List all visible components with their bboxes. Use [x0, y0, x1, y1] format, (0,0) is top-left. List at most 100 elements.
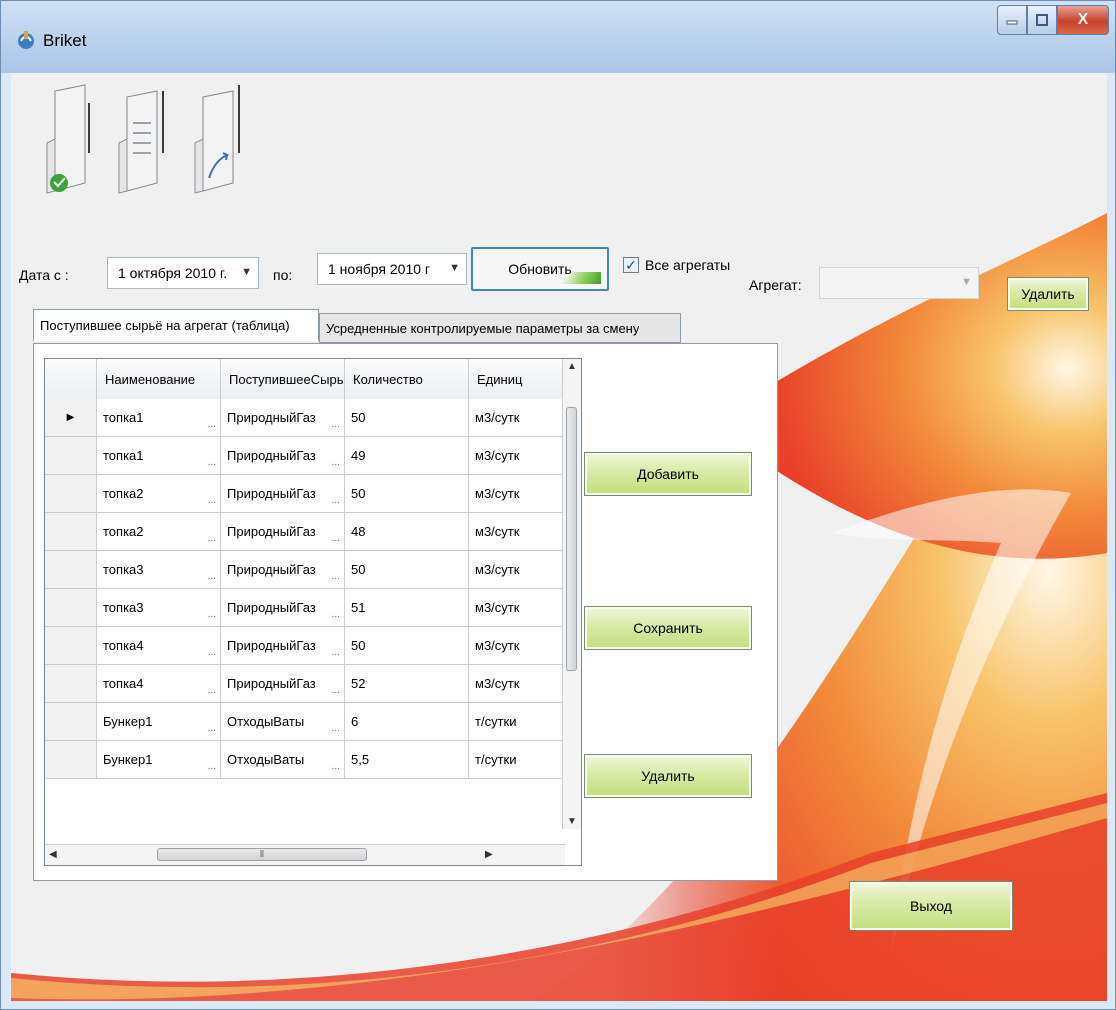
row-material-cell[interactable]: ПриродныйГаз... [221, 627, 345, 665]
row-header[interactable] [45, 475, 97, 513]
row-name-cell[interactable]: топка1... [97, 437, 221, 475]
lookup-ellipsis-icon[interactable]: ... [332, 647, 340, 658]
minimize-button[interactable] [997, 5, 1027, 35]
lookup-ellipsis-icon[interactable]: ... [332, 609, 340, 620]
row-unit-cell[interactable]: м3/сутк [469, 475, 565, 513]
row-quantity-cell[interactable]: 50 [345, 399, 469, 437]
lookup-ellipsis-icon[interactable]: ... [208, 761, 216, 772]
row-material-cell[interactable]: ОтходыВаты... [221, 741, 345, 779]
exit-button[interactable]: Выход [849, 881, 1013, 931]
row-quantity-cell[interactable]: 51 [345, 589, 469, 627]
row-name-cell[interactable]: топка4... [97, 627, 221, 665]
row-material-cell[interactable]: ПриродныйГаз... [221, 475, 345, 513]
table-row[interactable]: Бункер1... ОтходыВаты... 6 т/сутки [45, 703, 581, 741]
row-header[interactable] [45, 437, 97, 475]
row-material-cell[interactable]: ПриродныйГаз... [221, 437, 345, 475]
row-unit-cell[interactable]: м3/сутк [469, 399, 565, 437]
vertical-scrollbar[interactable]: ▲ ▼ [562, 359, 581, 829]
delete-unit-button[interactable]: Удалить [1007, 277, 1089, 311]
row-unit-cell[interactable]: м3/сутк [469, 665, 565, 703]
refresh-button[interactable]: Обновить [471, 247, 609, 291]
toolbar-import-button[interactable] [41, 83, 99, 198]
row-header[interactable] [45, 589, 97, 627]
row-quantity-cell[interactable]: 50 [345, 627, 469, 665]
row-name-cell[interactable]: топка4... [97, 665, 221, 703]
date-from-picker[interactable]: 1 октября 2010 г. ▼ [107, 257, 259, 289]
lookup-ellipsis-icon[interactable]: ... [208, 419, 216, 430]
row-header[interactable] [45, 741, 97, 779]
lookup-ellipsis-icon[interactable]: ... [208, 685, 216, 696]
unit-select[interactable]: ▼ [819, 267, 979, 299]
column-header-material[interactable]: ПоступившееСырь [221, 359, 345, 399]
table-row[interactable]: топка3... ПриродныйГаз... 51 м3/сутк [45, 589, 581, 627]
row-quantity-cell[interactable]: 5,5 [345, 741, 469, 779]
row-header[interactable] [45, 551, 97, 589]
lookup-ellipsis-icon[interactable]: ... [332, 723, 340, 734]
row-quantity-cell[interactable]: 6 [345, 703, 469, 741]
row-header[interactable] [45, 513, 97, 551]
row-material-cell[interactable]: ПриродныйГаз... [221, 551, 345, 589]
row-name-cell[interactable]: Бункер1... [97, 703, 221, 741]
row-name-cell[interactable]: топка2... [97, 513, 221, 551]
row-name-cell[interactable]: топка1... [97, 399, 221, 437]
row-material-cell[interactable]: ПриродныйГаз... [221, 513, 345, 551]
all-units-checkbox[interactable]: ✓ [623, 257, 639, 273]
table-row[interactable]: топка4... ПриродныйГаз... 52 м3/сутк [45, 665, 581, 703]
row-quantity-cell[interactable]: 50 [345, 551, 469, 589]
row-unit-cell[interactable]: м3/сутк [469, 513, 565, 551]
tab-raw-materials-table[interactable]: Поступившее сырьё на агрегат (таблица) [33, 309, 319, 341]
row-unit-cell[interactable]: м3/сутк [469, 589, 565, 627]
maximize-button[interactable] [1027, 5, 1057, 35]
table-row[interactable]: топка2... ПриродныйГаз... 50 м3/сутк [45, 475, 581, 513]
row-header[interactable] [45, 703, 97, 741]
table-row[interactable]: топка4... ПриродныйГаз... 50 м3/сутк [45, 627, 581, 665]
row-quantity-cell[interactable]: 49 [345, 437, 469, 475]
table-row[interactable]: топка1... ПриродныйГаз... 49 м3/сутк [45, 437, 581, 475]
lookup-ellipsis-icon[interactable]: ... [208, 495, 216, 506]
lookup-ellipsis-icon[interactable]: ... [332, 457, 340, 468]
lookup-ellipsis-icon[interactable]: ... [208, 571, 216, 582]
toolbar-export-button[interactable] [189, 83, 247, 198]
row-header[interactable]: ▶ [45, 399, 97, 437]
row-quantity-cell[interactable]: 48 [345, 513, 469, 551]
lookup-ellipsis-icon[interactable]: ... [332, 533, 340, 544]
save-button[interactable]: Сохранить [584, 606, 752, 650]
row-material-cell[interactable]: ПриродныйГаз... [221, 665, 345, 703]
row-unit-cell[interactable]: м3/сутк [469, 627, 565, 665]
toolbar-list-button[interactable] [113, 83, 171, 198]
row-material-cell[interactable]: ПриродныйГаз... [221, 589, 345, 627]
delete-button[interactable]: Удалить [584, 754, 752, 798]
row-material-cell[interactable]: ПриродныйГаз... [221, 399, 345, 437]
column-header-name[interactable]: Наименование [97, 359, 221, 399]
lookup-ellipsis-icon[interactable]: ... [208, 723, 216, 734]
lookup-ellipsis-icon[interactable]: ... [332, 495, 340, 506]
row-name-cell[interactable]: топка3... [97, 551, 221, 589]
row-unit-cell[interactable]: м3/сутк [469, 437, 565, 475]
row-name-cell[interactable]: топка2... [97, 475, 221, 513]
row-quantity-cell[interactable]: 50 [345, 475, 469, 513]
column-header-quantity[interactable]: Количество [345, 359, 469, 399]
row-unit-cell[interactable]: т/сутки [469, 741, 565, 779]
lookup-ellipsis-icon[interactable]: ... [332, 685, 340, 696]
lookup-ellipsis-icon[interactable]: ... [332, 571, 340, 582]
scroll-up-icon[interactable]: ▲ [567, 361, 577, 372]
table-row[interactable]: топка2... ПриродныйГаз... 48 м3/сутк [45, 513, 581, 551]
horizontal-scrollbar[interactable]: ◀ ⦀ ▶ [45, 844, 565, 865]
data-grid[interactable]: Наименование ПоступившееСырь Количество … [44, 358, 582, 866]
table-row[interactable]: ▶ топка1... ПриродныйГаз... 50 м3/сутк [45, 399, 581, 437]
row-quantity-cell[interactable]: 52 [345, 665, 469, 703]
row-name-cell[interactable]: топка3... [97, 589, 221, 627]
table-row[interactable]: Бункер1... ОтходыВаты... 5,5 т/сутки [45, 741, 581, 779]
row-material-cell[interactable]: ОтходыВаты... [221, 703, 345, 741]
row-unit-cell[interactable]: т/сутки [469, 703, 565, 741]
scroll-left-icon[interactable]: ◀ [49, 849, 57, 860]
add-button[interactable]: Добавить [584, 452, 752, 496]
tab-averaged-parameters[interactable]: Усредненные контролируемые параметры за … [319, 313, 681, 343]
scroll-down-icon[interactable]: ▼ [567, 816, 577, 827]
lookup-ellipsis-icon[interactable]: ... [208, 457, 216, 468]
table-row[interactable]: топка3... ПриродныйГаз... 50 м3/сутк [45, 551, 581, 589]
lookup-ellipsis-icon[interactable]: ... [332, 419, 340, 430]
lookup-ellipsis-icon[interactable]: ... [208, 609, 216, 620]
title-bar[interactable]: Briket X [1, 1, 1115, 73]
date-to-picker[interactable]: 1 ноября 2010 г ▼ [317, 253, 467, 285]
